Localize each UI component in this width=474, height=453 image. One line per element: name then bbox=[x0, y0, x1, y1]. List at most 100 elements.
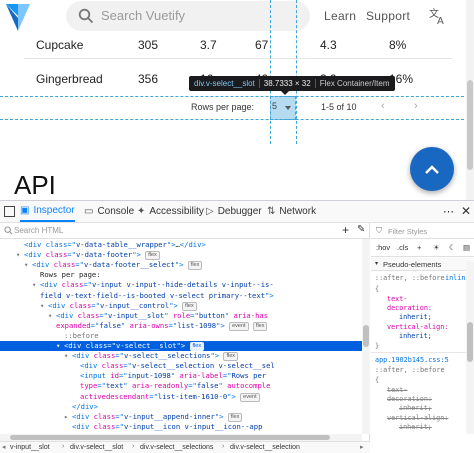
tab-debugger[interactable]: ▷ Debugger bbox=[206, 201, 262, 222]
breadcrumb: ◂ v-input__slot › div.v-select__slot › d… bbox=[0, 441, 370, 453]
breadcrumb-scroll-right-icon[interactable]: ▸ bbox=[360, 443, 364, 451]
node-markup: <input id="input-1098" aria-label="Rows … bbox=[80, 371, 267, 381]
markup-tree[interactable]: <div class="v-data-table__wrapper">…</di… bbox=[0, 239, 362, 434]
node-markup: activedescendant="list-item-1610-0"> eve… bbox=[80, 392, 260, 402]
more-options-icon[interactable]: ⋯ bbox=[443, 205, 454, 218]
markup-node[interactable]: ▸ <div class="v-input__append-inner"> fle… bbox=[0, 412, 362, 422]
pseudo-elements-header[interactable]: ▾ Pseudo-elements bbox=[371, 258, 474, 271]
tab-console[interactable]: ▭ Console bbox=[84, 201, 134, 222]
filter-icon: ⛉ bbox=[376, 226, 382, 235]
pseudo-elements-label: Pseudo-elements bbox=[383, 260, 442, 269]
tab-label: Console bbox=[97, 206, 135, 217]
add-rule-icon[interactable]: + bbox=[417, 243, 421, 252]
breadcrumb-item[interactable]: div.v-select__slot bbox=[70, 444, 123, 451]
hover-state-toggle[interactable]: :hov bbox=[376, 243, 390, 252]
markup-scrollbar[interactable] bbox=[362, 239, 370, 434]
rule-value[interactable]: inherit; bbox=[399, 313, 432, 321]
markup-node[interactable]: expanded="false" aria-owns="list-1098"> … bbox=[0, 321, 362, 331]
markup-node[interactable]: Rows per page: bbox=[0, 270, 362, 280]
infobar-layout: Flex Container/Item bbox=[319, 79, 390, 88]
nav-support-link[interactable]: Support bbox=[366, 9, 410, 23]
markup-node[interactable]: ▾ <div class="v-input__control"> flex bbox=[0, 301, 362, 311]
class-toggle[interactable]: .cls bbox=[397, 243, 408, 252]
markup-node[interactable]: <div class="v-input__icon v-input__icon-… bbox=[0, 422, 362, 432]
breadcrumb-scroll-left-icon[interactable]: ◂ bbox=[2, 443, 6, 451]
close-icon[interactable]: ✕ bbox=[461, 204, 471, 218]
html-search-bar[interactable]: Search HTML + ✎ bbox=[0, 223, 370, 239]
tab-accessibility[interactable]: ✦ Accessibility bbox=[137, 201, 204, 222]
markup-node[interactable]: type="text" aria-readonly="false" autoco… bbox=[0, 381, 362, 391]
overridden-property[interactable]: text- bbox=[387, 386, 407, 394]
scrollbar-thumb[interactable] bbox=[363, 325, 369, 347]
rule-property[interactable]: decoration: bbox=[387, 304, 432, 312]
tab-label: Inspector bbox=[33, 205, 75, 216]
breadcrumb-item[interactable]: div.v-select__selection bbox=[230, 444, 300, 451]
expand-twisty-icon[interactable]: ▾ bbox=[48, 311, 56, 321]
node-markup: Rows per page: bbox=[40, 270, 101, 280]
markup-node[interactable]: field v-text-field--is-booted v-select p… bbox=[0, 291, 362, 301]
filter-styles-field[interactable]: ⛉ Filter Styles bbox=[371, 223, 474, 239]
tab-inspector[interactable]: ▣ Inspector bbox=[20, 201, 75, 222]
print-media-icon[interactable]: ▤ bbox=[463, 243, 470, 252]
search-placeholder: Search Vuetify bbox=[101, 8, 186, 23]
expand-twisty-icon[interactable]: ▾ bbox=[64, 351, 72, 361]
element-picker-icon[interactable] bbox=[4, 206, 15, 217]
scrollbar-thumb[interactable] bbox=[467, 322, 473, 362]
translate-icon[interactable]: 文 A bbox=[428, 6, 448, 26]
markup-node[interactable]: ::before bbox=[0, 331, 362, 341]
eyedropper-icon[interactable]: ✎ bbox=[357, 224, 365, 235]
devtools-toolbar: ▣ Inspector ▭ Console ✦ Accessibility ▷ … bbox=[0, 201, 474, 223]
cell-name: Cupcake bbox=[36, 38, 84, 52]
breadcrumb-item[interactable]: v-input__slot bbox=[10, 444, 50, 451]
markup-node[interactable]: ▾ <div class="v-data-footer"> flex bbox=[0, 250, 362, 261]
add-node-icon[interactable]: + bbox=[342, 223, 349, 237]
markup-node[interactable]: <div class="v-data-table__wrapper">…</di… bbox=[0, 240, 362, 250]
light-theme-icon[interactable]: ☀ bbox=[433, 243, 440, 252]
overridden-property[interactable]: vertical-align: bbox=[387, 414, 448, 422]
rule-value[interactable]: inherit; bbox=[399, 332, 432, 340]
prev-page-button[interactable]: ‹ bbox=[381, 100, 385, 112]
overridden-value[interactable]: inherit; bbox=[399, 423, 432, 431]
expand-twisty-icon[interactable]: ▾ bbox=[24, 260, 32, 270]
rule-source-link[interactable]: app.1902b145.css:5 bbox=[375, 356, 449, 364]
scroll-to-top-button[interactable] bbox=[410, 147, 454, 191]
expand-twisty-icon[interactable]: ▸ bbox=[64, 412, 72, 422]
html-search-placeholder: Search HTML bbox=[14, 226, 64, 235]
markup-node[interactable]: <input id="input-1098" aria-label="Rows … bbox=[0, 371, 362, 381]
filter-styles-placeholder: Filter Styles bbox=[388, 227, 428, 236]
expand-twisty-icon[interactable]: ▾ bbox=[16, 250, 24, 260]
rule-property[interactable]: text- bbox=[387, 295, 407, 303]
expand-twisty-icon[interactable]: ▾ bbox=[56, 341, 64, 351]
scrollbar-thumb[interactable] bbox=[467, 80, 473, 170]
markup-node[interactable]: <div class="v-select__selection v-select… bbox=[0, 361, 362, 371]
rows-per-page-select[interactable]: 5 bbox=[270, 96, 296, 120]
markup-node[interactable]: ▾ <div class="v-select__selections"> flex bbox=[0, 351, 362, 362]
markup-horizontal-scrollbar[interactable] bbox=[0, 434, 362, 441]
tab-network[interactable]: ⇅ Network bbox=[267, 201, 316, 222]
rules-scrollbar[interactable] bbox=[466, 262, 474, 434]
markup-node[interactable]: ▾ <div class="v-input__slot" role="button… bbox=[0, 311, 362, 321]
rule-property[interactable]: vertical-align: bbox=[387, 323, 448, 331]
page-scrollbar[interactable] bbox=[466, 0, 474, 200]
nav-learn-link[interactable]: Learn bbox=[324, 9, 356, 23]
markup-node[interactable]: activedescendant="list-item-1610-0"> eve… bbox=[0, 392, 362, 402]
expand-twisty-icon[interactable]: ▾ bbox=[40, 301, 48, 311]
search-field[interactable]: Search Vuetify bbox=[66, 1, 310, 31]
scrollbar-thumb[interactable] bbox=[10, 435, 330, 440]
expand-twisty-icon[interactable]: ▾ bbox=[32, 280, 40, 290]
search-icon bbox=[4, 226, 13, 235]
markup-node[interactable]: ▾ <div class="v-data-footer__select"> fle… bbox=[0, 260, 362, 271]
markup-node-selected[interactable]: ▾ <div class="v-select__slot"> flex bbox=[0, 341, 362, 352]
next-page-button[interactable]: › bbox=[414, 100, 418, 112]
overridden-value[interactable]: inherit; bbox=[399, 404, 432, 412]
markup-node[interactable]: </div> bbox=[0, 402, 362, 412]
highlighter-infobar: div.v-select__slot 38.7333 × 32 Flex Con… bbox=[189, 76, 395, 91]
node-markup: field v-text-field--is-booted v-select p… bbox=[40, 290, 274, 300]
tab-label: Network bbox=[279, 206, 317, 217]
overridden-property[interactable]: decoration: bbox=[387, 395, 432, 403]
node-markup: <div class="v-select__selection v-select… bbox=[80, 361, 275, 371]
markup-node[interactable]: ▾ <div class="v-input v-input--hide-detai… bbox=[0, 280, 362, 290]
tab-label: Accessibility bbox=[149, 206, 204, 217]
dark-theme-icon[interactable]: ☾ bbox=[449, 243, 456, 252]
breadcrumb-item[interactable]: div.v-select__selections bbox=[140, 444, 213, 451]
